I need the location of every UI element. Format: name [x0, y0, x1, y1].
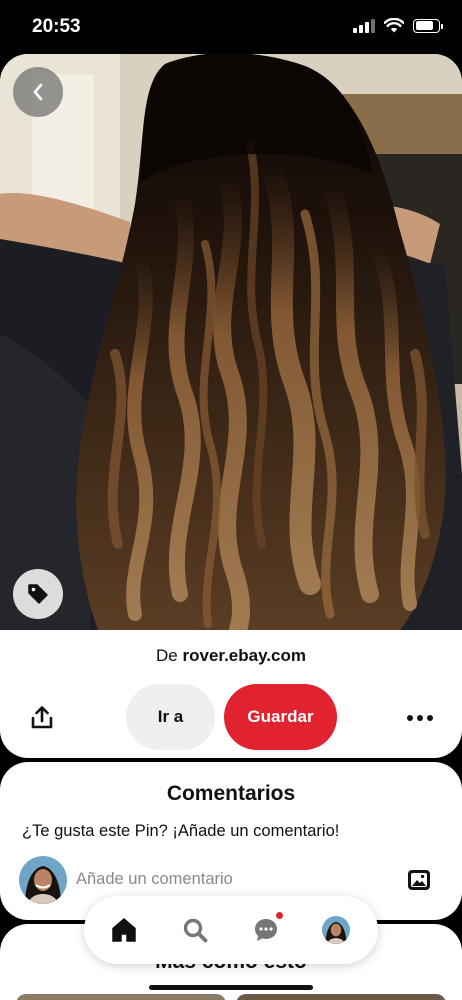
chevron-left-icon — [33, 83, 43, 101]
comment-input[interactable]: Añade un comentario — [76, 870, 233, 889]
share-button[interactable] — [26, 702, 58, 734]
status-icons — [353, 18, 443, 33]
product-tag-button[interactable] — [13, 569, 63, 619]
ellipsis-icon — [407, 715, 413, 721]
status-bar: 20:53 — [0, 0, 462, 54]
home-icon — [112, 918, 136, 942]
image-icon — [408, 870, 430, 890]
nav-search[interactable] — [179, 914, 211, 946]
bottom-nav — [84, 896, 378, 964]
visit-button[interactable]: Ir a — [126, 684, 215, 750]
related-pin-thumbnail[interactable] — [236, 994, 446, 1000]
share-icon — [31, 706, 53, 729]
profile-avatar — [322, 916, 350, 944]
pin-source[interactable]: De rover.ebay.com — [0, 646, 462, 666]
back-button[interactable] — [13, 67, 63, 117]
screen: 20:53 De rover.ebay.com Ir a Guardar Com… — [0, 0, 462, 1000]
chat-icon — [255, 919, 277, 941]
related-pin-thumbnail[interactable] — [16, 994, 226, 1000]
home-indicator[interactable] — [149, 985, 313, 990]
more-options-button[interactable] — [400, 702, 440, 734]
battery-icon — [413, 18, 443, 33]
nav-profile[interactable] — [320, 914, 352, 946]
pin-image[interactable] — [0, 54, 462, 630]
notification-badge — [275, 911, 284, 920]
comments-prompt: ¿Te gusta este Pin? ¡Añade un comentario… — [22, 822, 340, 840]
tag-icon — [28, 584, 48, 604]
status-time: 20:53 — [32, 16, 81, 37]
pin-action-row: Ir a Guardar — [0, 684, 462, 750]
source-prefix: De — [156, 646, 178, 665]
wifi-icon — [384, 18, 404, 33]
comments-title: Comentarios — [166, 782, 296, 805]
nav-home[interactable] — [108, 914, 140, 946]
add-photo-button[interactable] — [406, 867, 432, 893]
signal-icon — [353, 18, 375, 33]
nav-messages[interactable] — [250, 911, 284, 946]
source-domain-link[interactable]: rover.ebay.com — [182, 646, 305, 665]
save-button[interactable]: Guardar — [224, 684, 337, 750]
user-avatar — [19, 856, 67, 904]
search-icon — [183, 918, 208, 943]
pin-card: De rover.ebay.com Ir a Guardar — [0, 54, 462, 758]
